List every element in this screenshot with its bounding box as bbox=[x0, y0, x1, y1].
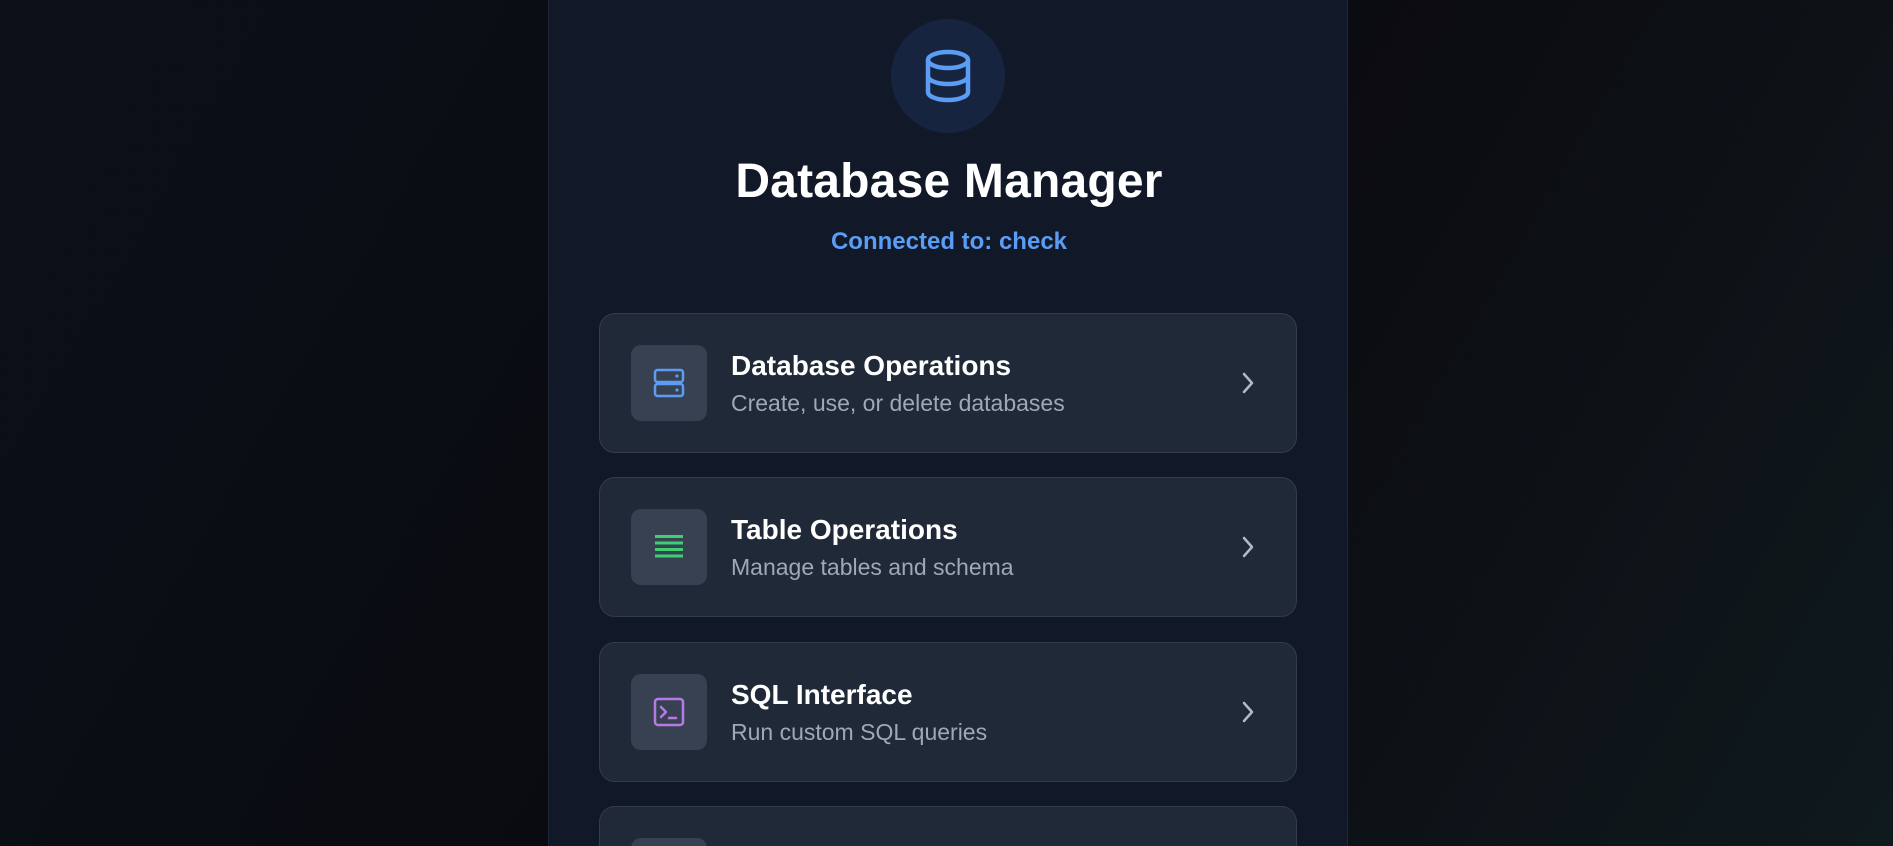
page-title: Database Manager bbox=[735, 155, 1163, 208]
database-icon bbox=[925, 49, 971, 103]
card-table-operations[interactable]: Table Operations Manage tables and schem… bbox=[599, 477, 1297, 617]
terminal-icon bbox=[653, 697, 685, 727]
card-sql-interface[interactable]: SQL Interface Run custom SQL queries bbox=[599, 642, 1297, 782]
connection-status: Connected to: check bbox=[830, 228, 1068, 255]
table-rows-icon bbox=[655, 535, 683, 558]
main-panel: Database Manager Connected to: check Dat… bbox=[548, 0, 1348, 846]
card-icon-box bbox=[631, 509, 707, 585]
card-icon-box bbox=[631, 674, 707, 750]
card-description: Run custom SQL queries bbox=[731, 719, 988, 745]
card-partial[interactable] bbox=[599, 806, 1297, 846]
card-database-operations[interactable]: Database Operations Create, use, or dele… bbox=[599, 313, 1297, 453]
chevron-right-icon bbox=[1234, 369, 1262, 397]
card-title: Database Operations bbox=[731, 350, 1012, 381]
server-icon bbox=[653, 368, 685, 398]
chevron-right-icon bbox=[1234, 698, 1262, 726]
card-icon-box bbox=[631, 345, 707, 421]
logo-badge bbox=[891, 19, 1005, 133]
card-title: SQL Interface bbox=[731, 679, 913, 710]
card-title: Table Operations bbox=[731, 514, 958, 545]
card-icon-box bbox=[631, 838, 707, 846]
card-description: Manage tables and schema bbox=[731, 554, 1014, 580]
chevron-right-icon bbox=[1234, 533, 1262, 561]
card-description: Create, use, or delete databases bbox=[731, 390, 1065, 416]
